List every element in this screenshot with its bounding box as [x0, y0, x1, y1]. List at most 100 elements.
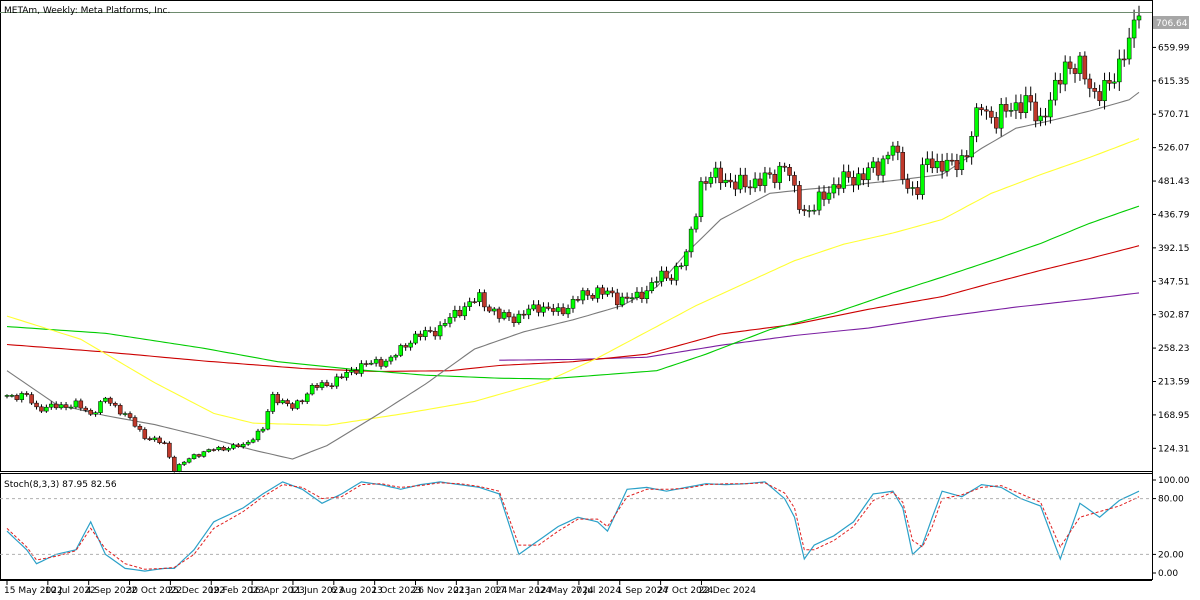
candle-up [492, 308, 497, 312]
candle-up [1131, 19, 1137, 39]
price-tick-label: 302.87 [1158, 311, 1190, 321]
candle-up [826, 192, 832, 200]
candle-up [280, 400, 285, 404]
candle-down [575, 299, 581, 301]
candle-up [683, 251, 689, 267]
candle-down [521, 313, 527, 316]
candle-down [472, 301, 477, 303]
stoch-main-line [6, 481, 1140, 572]
candle-down [167, 442, 172, 458]
candle-down [1087, 78, 1093, 89]
candle-down [34, 402, 39, 408]
candle-up [752, 178, 758, 189]
candle-up [713, 167, 718, 178]
candle-down [39, 406, 44, 412]
candle-up [531, 304, 536, 310]
candle-up [423, 330, 428, 337]
candle-up [250, 439, 256, 443]
candle-up [526, 308, 531, 316]
price-tick-label: 615.35 [1158, 77, 1190, 87]
candle-up [816, 191, 822, 211]
candle-down [861, 173, 866, 181]
candle-up [565, 308, 571, 315]
candle-up [58, 404, 64, 409]
candle-down [900, 152, 906, 180]
candle-down [792, 175, 797, 186]
candle-up [698, 181, 704, 218]
stoch-label: Stoch(8,3,3) 87.95 82.56 [4, 480, 117, 490]
candle-up [693, 216, 699, 230]
candle-down [329, 385, 335, 387]
stoch-signal-line [6, 482, 1140, 570]
candle-up [910, 187, 915, 189]
candle-up [1117, 58, 1122, 83]
candle-up [447, 317, 453, 324]
candle-up [629, 297, 635, 300]
time-tick-label: 22 Dec 2024 [698, 586, 756, 596]
stochastic-oscillator [6, 481, 1140, 572]
candle-up [1048, 99, 1053, 118]
stoch-tick-label: 20.00 [1158, 550, 1184, 560]
candle-down [875, 161, 881, 176]
candle-up [688, 228, 694, 253]
candle-down [275, 394, 280, 404]
candle-up [674, 266, 679, 281]
candle-down [1072, 68, 1078, 74]
candle-down [767, 172, 773, 175]
candle-up [806, 210, 812, 212]
candle-down [624, 296, 630, 299]
candle-up [201, 451, 207, 457]
candle-down [457, 309, 463, 317]
candle-down [802, 209, 807, 212]
candle-down [836, 184, 842, 189]
candle-up [373, 359, 379, 364]
candle-down [324, 382, 330, 386]
candle-up [920, 164, 925, 195]
candle-up [98, 401, 103, 413]
candle-up [1062, 61, 1068, 85]
candle-up [9, 395, 15, 397]
candle-down [162, 442, 167, 444]
moving-averages [6, 91, 1140, 460]
candle-up [68, 406, 74, 409]
price-tick-label: 124.31 [1158, 444, 1190, 454]
candle-up [226, 448, 231, 451]
time-tick-label: 7 Jul 2024 [576, 586, 621, 596]
candle-down [172, 456, 177, 472]
candle-down [821, 191, 827, 200]
candle-down [787, 167, 792, 176]
sma-long3-line [499, 292, 1140, 361]
candle-down [664, 270, 669, 279]
candle-up [516, 313, 522, 324]
candle-up [344, 371, 349, 378]
candle-up [870, 161, 876, 169]
candle-down [1018, 102, 1024, 113]
candle-down [895, 145, 901, 153]
candle-up [1038, 115, 1043, 122]
price-tick-label: 213.59 [1158, 377, 1190, 387]
candle-up [359, 363, 364, 374]
candle-down [88, 409, 93, 415]
candle-up [19, 393, 25, 400]
candle-up [831, 184, 837, 194]
candle-up [103, 397, 108, 402]
candle-up [934, 160, 940, 169]
candle-up [654, 281, 659, 283]
candle-down [846, 171, 851, 178]
candle-down [600, 287, 605, 295]
candle-up [998, 104, 1004, 129]
candle-down [487, 306, 492, 312]
candle-up [969, 136, 974, 158]
candle-up [383, 360, 389, 367]
candle-down [211, 449, 216, 451]
candle-up [944, 159, 950, 172]
candle-down [300, 400, 305, 403]
candle-down [1028, 95, 1033, 103]
candle-down [551, 308, 556, 312]
candle-up [570, 299, 576, 309]
candle-up [777, 165, 782, 183]
candle-up [304, 393, 310, 402]
candle-up [866, 167, 871, 181]
candle-up [309, 385, 315, 395]
candle-down [639, 291, 645, 299]
